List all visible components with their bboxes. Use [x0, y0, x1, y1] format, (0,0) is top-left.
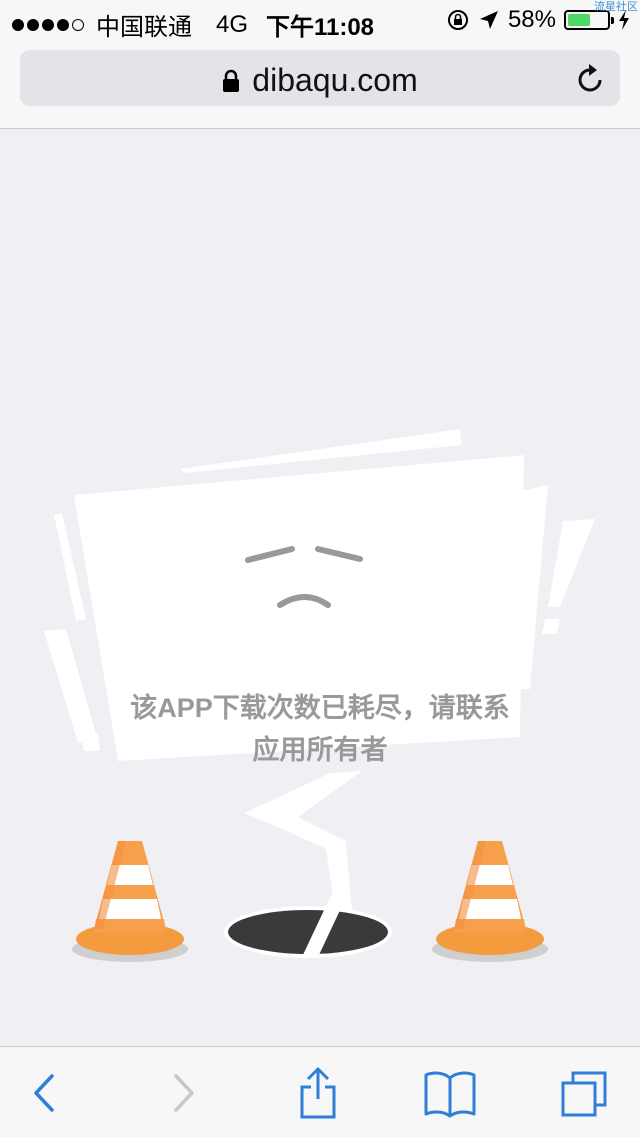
- traffic-cone-icon: [432, 841, 548, 962]
- location-arrow-icon: [479, 11, 498, 29]
- manhole-icon: [224, 889, 392, 958]
- share-button[interactable]: [290, 1065, 346, 1121]
- battery-percent: 58%: [507, 6, 556, 33]
- browser-toolbar: [0, 1046, 640, 1137]
- bookmarks-button[interactable]: [422, 1065, 478, 1121]
- watermark: 流星社区: [594, 1, 638, 13]
- forward-button[interactable]: [156, 1065, 212, 1121]
- error-page: 该APP下载次数已耗尽，请联系应用所有者: [0, 129, 640, 1046]
- reload-icon[interactable]: [576, 62, 606, 94]
- tabs-icon: [561, 1071, 607, 1117]
- lock-icon: [223, 69, 240, 92]
- back-button[interactable]: [16, 1065, 72, 1121]
- status-bar: 中国联通 4G 下午11:08 58% 流星社区: [0, 0, 640, 41]
- bookmarks-icon: [424, 1071, 476, 1118]
- broken-sign-illustration: [44, 429, 595, 962]
- tabs-button[interactable]: [556, 1065, 612, 1121]
- error-message: 该APP下载次数已耗尽，请联系应用所有者: [130, 693, 510, 765]
- browser-address-bar: dibaqu.com: [0, 40, 640, 129]
- traffic-cone-icon: [72, 841, 188, 962]
- url-field[interactable]: dibaqu.com: [20, 50, 620, 106]
- forward-icon: [174, 1074, 194, 1112]
- rotation-lock-icon: [447, 10, 468, 30]
- share-icon: [300, 1067, 336, 1119]
- back-icon: [34, 1074, 54, 1112]
- url-text: dibaqu.com: [252, 62, 418, 98]
